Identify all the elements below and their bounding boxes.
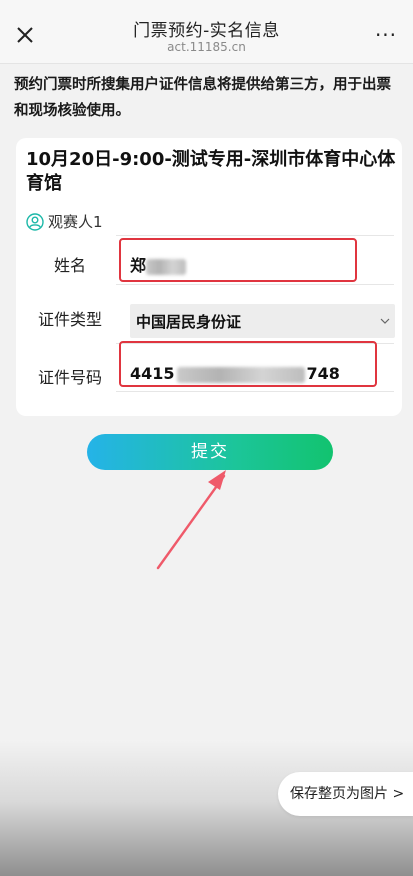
- id-type-label: 证件类型: [38, 310, 103, 329]
- more-button[interactable]: ···: [373, 22, 399, 48]
- spectator-card: 10月20日-9:00-测试专用-深圳市体育中心体育馆 观赛人1 姓名 郑 证件…: [16, 138, 402, 416]
- divider: [116, 284, 394, 285]
- spectator-header: 观赛人1: [26, 211, 103, 232]
- highlight-box-name: [119, 238, 357, 282]
- user-icon: [26, 212, 44, 231]
- chevron-down-icon: [380, 318, 390, 324]
- annotation-arrow-icon: [156, 470, 226, 570]
- id-type-select[interactable]: 中国居民身份证: [130, 304, 395, 338]
- spectator-label: 观赛人1: [48, 213, 103, 231]
- privacy-notice: 预约门票时所搜集用户证件信息将提供给第三方，用于出票和现场核验使用。: [14, 77, 391, 119]
- event-title: 10月20日-9:00-测试专用-深圳市体育中心体育馆: [26, 149, 396, 194]
- close-button[interactable]: [12, 22, 38, 48]
- id-number-label: 证件号码: [38, 368, 103, 387]
- close-icon: [17, 27, 33, 43]
- more-icon: ···: [374, 23, 398, 47]
- name-label: 姓名: [54, 256, 87, 275]
- id-type-value: 中国居民身份证: [136, 313, 242, 331]
- highlight-box-id-number: [119, 341, 377, 387]
- page-title: 门票预约-实名信息: [133, 21, 280, 41]
- divider: [116, 235, 394, 236]
- save-page-as-image-button[interactable]: 保存整页为图片 >: [278, 772, 413, 816]
- divider: [116, 391, 394, 392]
- page-domain: act.11185.cn: [167, 40, 246, 54]
- top-nav-bar: 门票预约-实名信息 act.11185.cn ···: [0, 0, 413, 64]
